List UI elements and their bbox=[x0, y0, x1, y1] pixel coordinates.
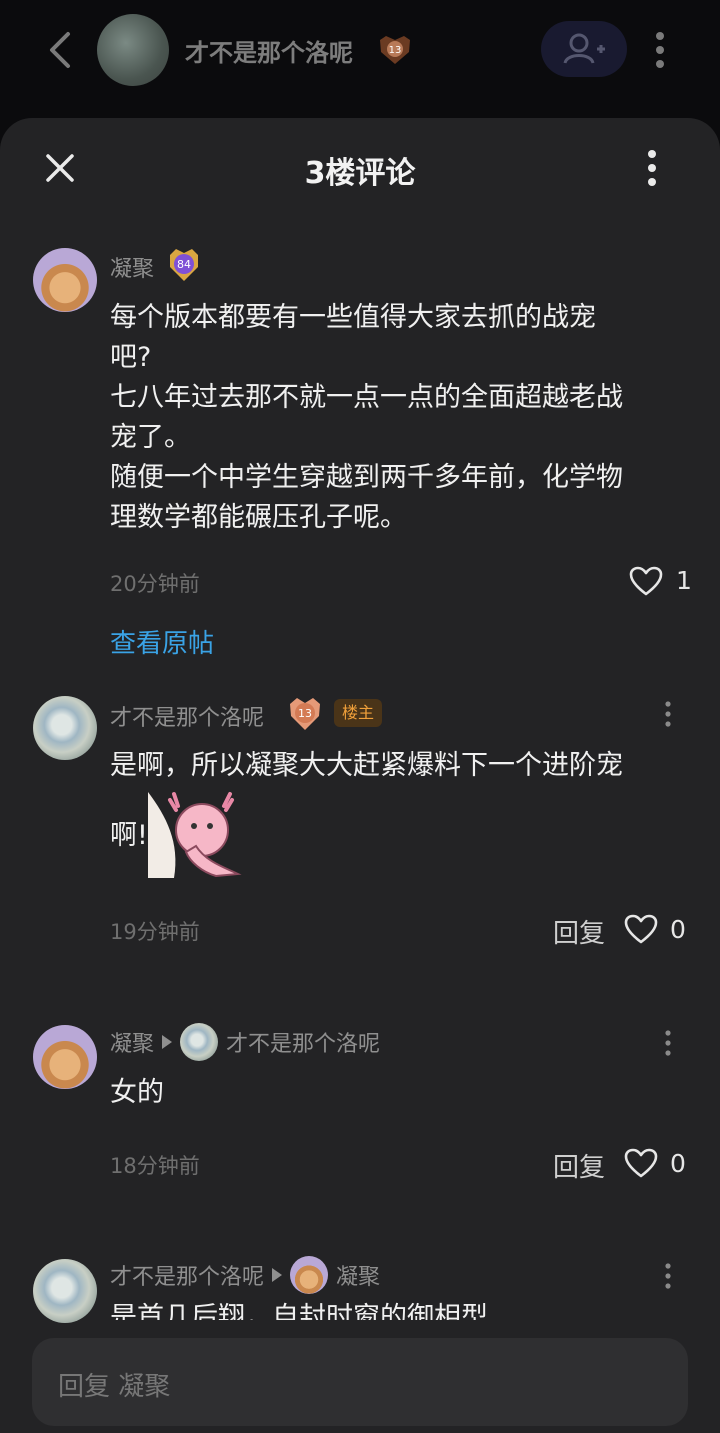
reply-arrow-icon bbox=[272, 1268, 283, 1282]
reply-target-name[interactable]: 凝聚 bbox=[336, 1259, 380, 1291]
comment-sheet: 3楼评论 凝聚 84 每个版本都要有一些值得大家去抓的战宠 吧? 七八年过去那不… bbox=[0, 118, 720, 1433]
reply-button[interactable]: 回复 bbox=[553, 913, 605, 950]
reply-target-avatar[interactable] bbox=[290, 1256, 329, 1294]
avatar[interactable] bbox=[33, 1259, 97, 1323]
sheet-title: 3楼评论 bbox=[304, 156, 416, 191]
reply-target-name[interactable]: 才不是那个洛呢 bbox=[226, 1026, 380, 1058]
comment-time: 20分钟前 bbox=[110, 572, 200, 596]
avatar[interactable] bbox=[33, 248, 97, 312]
more-vertical-icon[interactable] bbox=[660, 699, 676, 729]
more-vertical-icon[interactable] bbox=[660, 1261, 676, 1291]
reply-author-name[interactable]: 凝聚 bbox=[110, 1026, 154, 1058]
follow-button[interactable] bbox=[541, 21, 627, 77]
avatar[interactable] bbox=[33, 696, 97, 760]
thread-author-name[interactable]: 才不是那个洛呢 bbox=[185, 33, 353, 68]
reply-time: 18分钟前 bbox=[110, 1154, 200, 1178]
heart-icon[interactable] bbox=[623, 1147, 659, 1179]
like-count: 1 bbox=[676, 566, 692, 595]
reply-author-name[interactable]: 才不是那个洛呢 bbox=[110, 700, 264, 732]
more-vertical-icon[interactable] bbox=[660, 1028, 676, 1058]
svg-text:13: 13 bbox=[298, 707, 312, 720]
reply-time: 19分钟前 bbox=[110, 920, 200, 944]
back-arrow-icon[interactable] bbox=[40, 28, 80, 72]
heart-icon[interactable] bbox=[628, 565, 664, 597]
reply-author-name[interactable]: 才不是那个洛呢 bbox=[110, 1259, 264, 1291]
like-count: 0 bbox=[670, 1149, 686, 1178]
level-badge-icon: 13 bbox=[380, 36, 410, 64]
axolotl-sticker bbox=[148, 792, 242, 878]
reply-text: 是首几后翔，自封时窗的御相型 bbox=[110, 1302, 488, 1320]
owner-tag: 楼主 bbox=[334, 699, 383, 727]
svg-text:13: 13 bbox=[389, 45, 402, 56]
comment-author-name[interactable]: 凝聚 bbox=[110, 251, 154, 283]
top-header: 才不是那个洛呢 13 bbox=[0, 0, 720, 100]
level-badge-icon: 84 bbox=[170, 249, 198, 281]
like-count: 0 bbox=[670, 915, 686, 944]
reply-header: 凝聚 才不是那个洛呢 bbox=[110, 1023, 380, 1061]
reply-arrow-icon bbox=[162, 1035, 173, 1049]
reply-header: 才不是那个洛呢 凝聚 bbox=[110, 1256, 380, 1294]
reply-text-continued: 啊! bbox=[110, 820, 148, 851]
more-vertical-icon[interactable] bbox=[648, 28, 672, 72]
reply-input[interactable]: 回复 凝聚 bbox=[32, 1338, 688, 1426]
reply-input-placeholder: 回复 凝聚 bbox=[58, 1372, 171, 1402]
avatar[interactable] bbox=[33, 1025, 97, 1089]
level-badge-icon: 13 bbox=[290, 698, 320, 730]
comment-text: 每个版本都要有一些值得大家去抓的战宠 吧? 七八年过去那不就一点一点的全面超越老… bbox=[110, 302, 623, 533]
add-user-icon bbox=[563, 33, 605, 64]
reply-button[interactable]: 回复 bbox=[553, 1147, 605, 1184]
reply-target-avatar[interactable] bbox=[180, 1023, 219, 1061]
reply-text: 女的 bbox=[110, 1077, 164, 1108]
heart-icon[interactable] bbox=[623, 913, 659, 945]
reply-text: 是啊，所以凝聚大大赶紧爆料下一个进阶宠 bbox=[110, 750, 623, 781]
more-vertical-icon[interactable] bbox=[640, 146, 664, 190]
thread-author-avatar[interactable] bbox=[97, 14, 169, 86]
svg-text:84: 84 bbox=[177, 258, 191, 271]
view-original-link[interactable]: 查看原帖 bbox=[110, 623, 214, 660]
reply-text-clip: 是首几后翔，自封时窗的御相型 bbox=[110, 1300, 670, 1320]
